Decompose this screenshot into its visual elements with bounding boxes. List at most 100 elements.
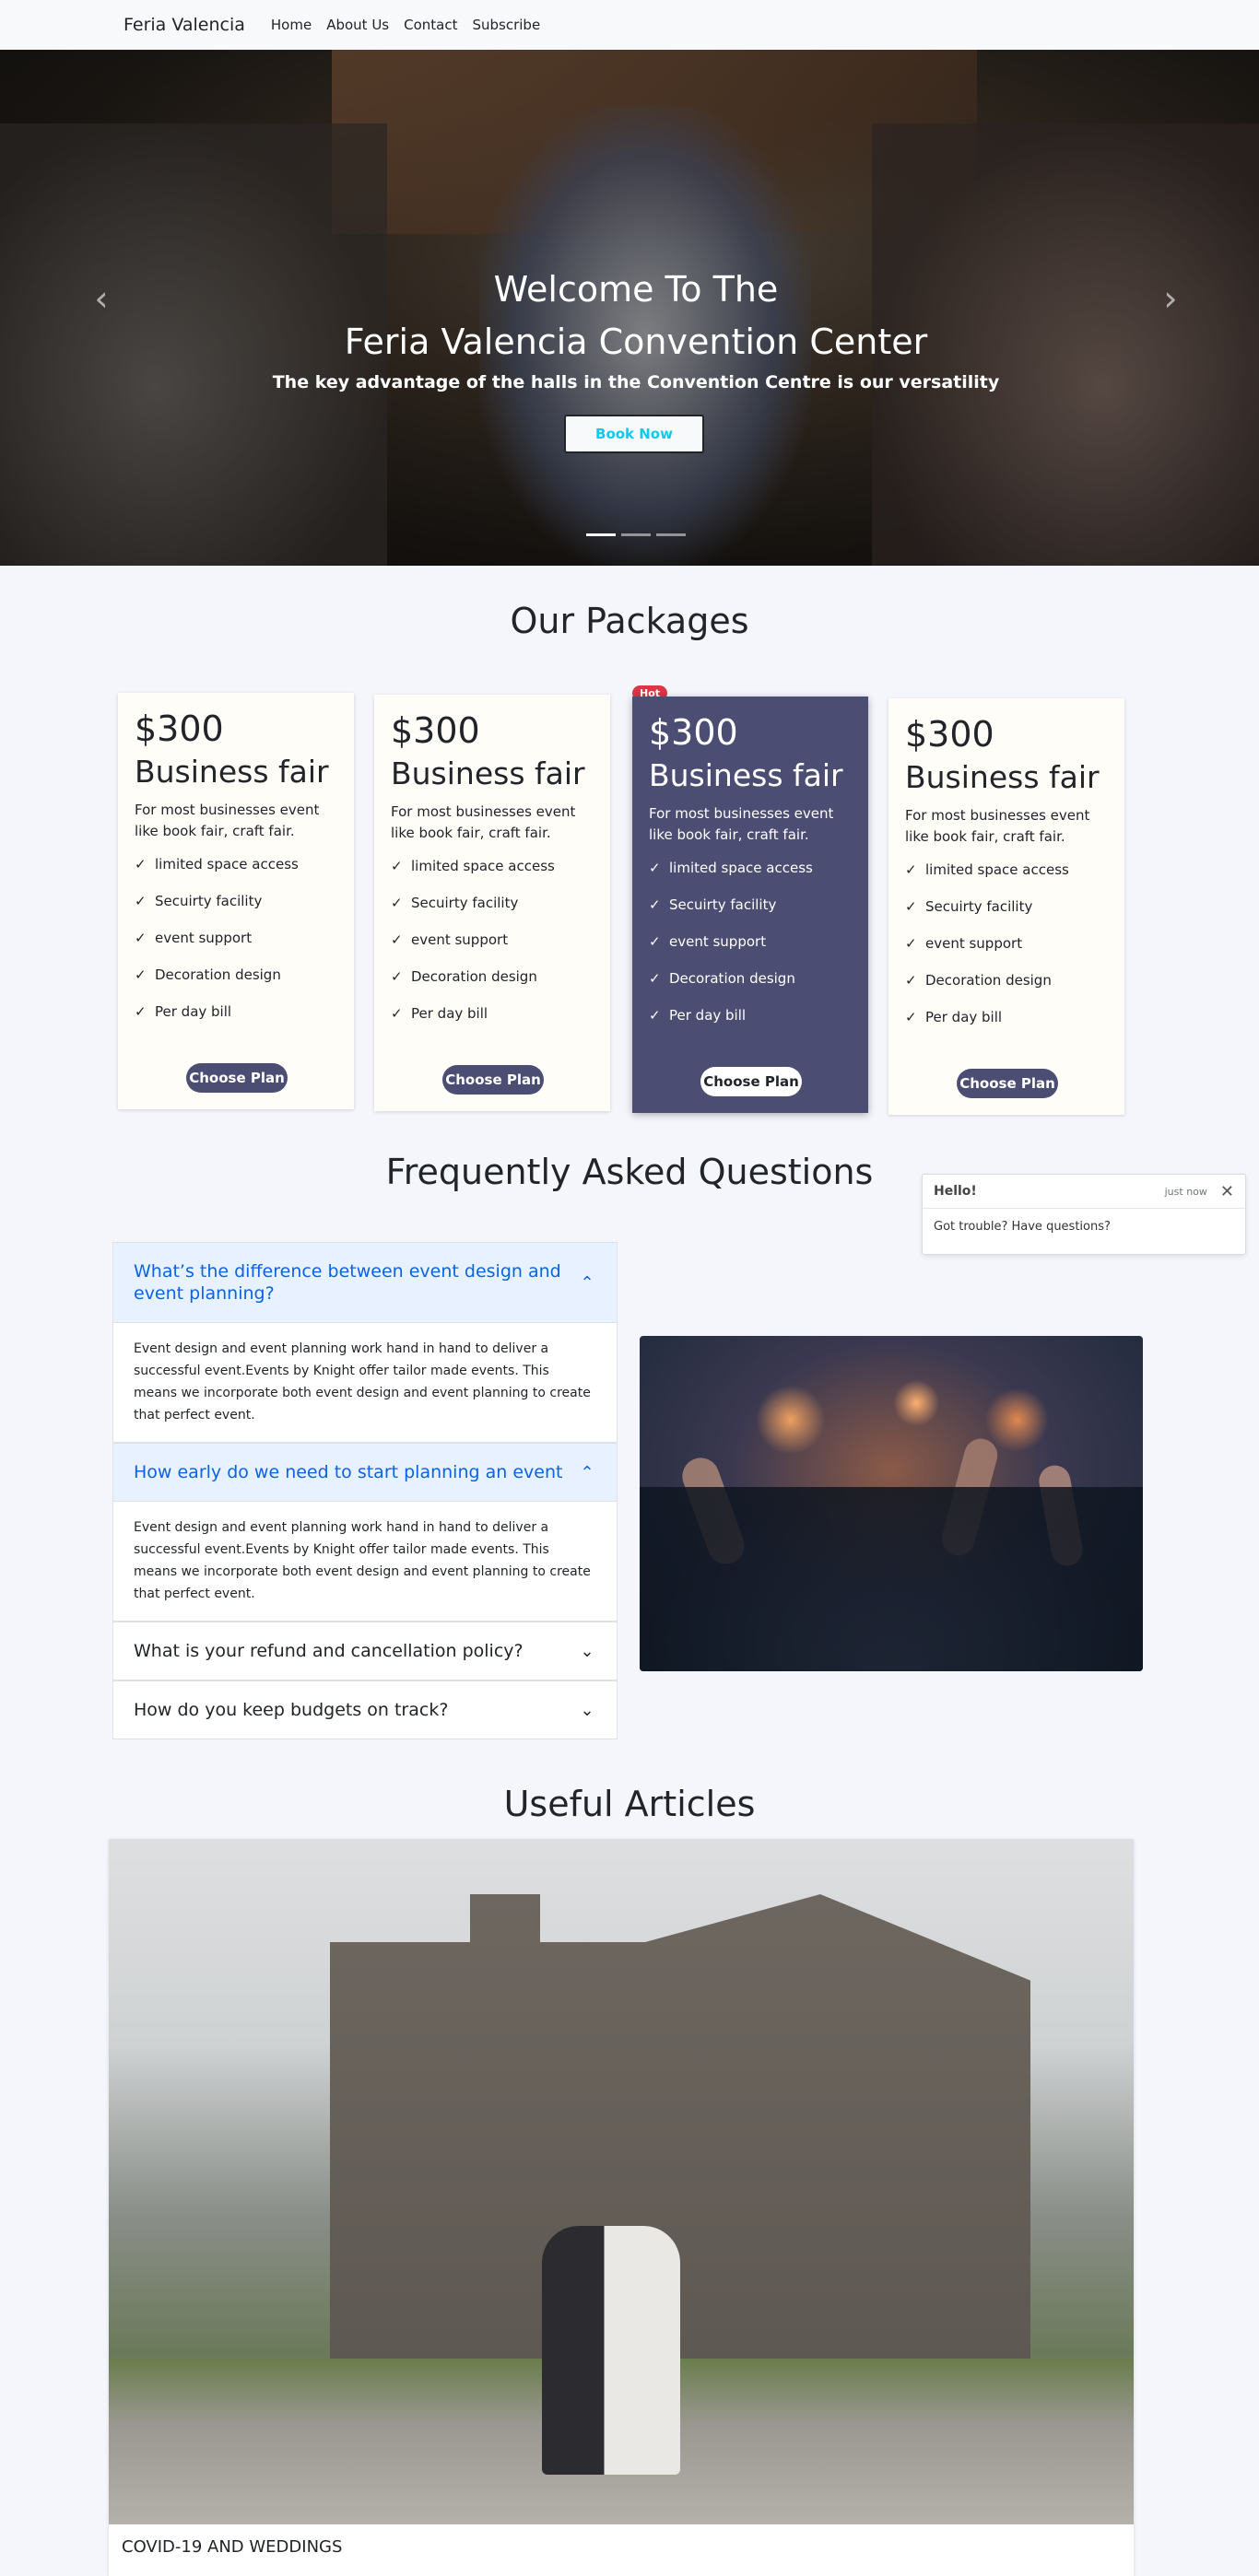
check-icon: ✓: [649, 860, 661, 876]
faq-accordion: What’s the difference between event desi…: [112, 1242, 618, 1739]
feature-label: Decoration design: [925, 972, 1052, 989]
check-icon: ✓: [905, 935, 917, 952]
feature-item: ✓ event support: [391, 929, 594, 966]
chevron-down-icon: ⌄: [580, 1641, 594, 1661]
feature-item: ✓ Secuirty facility: [649, 894, 852, 931]
feature-label: Per day bill: [925, 1009, 1003, 1025]
hero-carousel: Welcome To The Feria Valencia Convention…: [0, 50, 1259, 566]
faq-question-text: What is your refund and cancellation pol…: [134, 1641, 524, 1661]
faq-answer-1: Event design and event planning work han…: [112, 1323, 618, 1443]
article-image-couple: [542, 2226, 680, 2475]
check-icon: ✓: [905, 861, 917, 878]
package-features: ✓ limited space access ✓ Secuirty facility…: [905, 859, 1108, 1043]
check-icon: ✓: [135, 893, 147, 909]
choose-plan-button[interactable]: Choose Plan: [442, 1065, 544, 1095]
book-now-button[interactable]: Book Now: [564, 415, 704, 453]
package-description: For most businesses event like book fair…: [391, 803, 576, 841]
faq-question-text: What’s the difference between event desi…: [134, 1261, 561, 1304]
brand[interactable]: Feria Valencia: [124, 15, 245, 35]
choose-plan-button[interactable]: Choose Plan: [186, 1063, 288, 1093]
check-icon: ✓: [649, 933, 661, 950]
chat-greeting: Hello!: [934, 1184, 977, 1199]
package-price: $300: [649, 712, 738, 753]
chat-header: Hello! just now ✕: [923, 1175, 1245, 1209]
package-name: Business fair: [135, 754, 329, 790]
feature-label: Per day bill: [155, 1003, 232, 1020]
faq-question-text: How early do we need to start planning a…: [134, 1462, 563, 1482]
feature-item: ✓ Decoration design: [391, 966, 594, 1002]
feature-label: event support: [155, 930, 253, 946]
article-image-castle: [330, 1894, 1030, 2373]
package-features: ✓ limited space access ✓ Secuirty facility…: [649, 857, 852, 1041]
faq-answer-2: Event design and event planning work han…: [112, 1502, 618, 1622]
carousel-indicator-3[interactable]: [656, 533, 686, 536]
faq-question-4[interactable]: How do you keep budgets on track? ⌄: [112, 1680, 618, 1739]
package-features: ✓ limited space access ✓ Secuirty facility…: [391, 855, 594, 1039]
feature-item: ✓ limited space access: [649, 857, 852, 894]
feature-label: Secuirty facility: [925, 898, 1033, 915]
package-description: For most businesses event like book fair…: [905, 807, 1090, 845]
faq-question-3[interactable]: What is your refund and cancellation pol…: [112, 1622, 618, 1680]
feature-label: Decoration design: [411, 968, 537, 985]
package-price: $300: [135, 708, 224, 749]
faq-question-1[interactable]: What’s the difference between event desi…: [112, 1242, 618, 1323]
chevron-up-icon: ⌃: [580, 1462, 594, 1482]
feature-label: event support: [669, 933, 767, 950]
hero-subtitle: The key advantage of the halls in the Co…: [272, 372, 1000, 392]
check-icon: ✓: [905, 1009, 917, 1025]
feature-label: event support: [925, 935, 1023, 952]
close-icon[interactable]: ✕: [1220, 1182, 1234, 1201]
feature-item: ✓ Decoration design: [905, 969, 1108, 1006]
feature-item: ✓ Decoration design: [135, 964, 337, 1001]
article-title[interactable]: COVID-19 AND WEDDINGS: [122, 2537, 342, 2557]
feature-item: ✓ Secuirty facility: [905, 896, 1108, 932]
choose-plan-button[interactable]: Choose Plan: [957, 1069, 1058, 1098]
nav-link-contact[interactable]: Contact: [404, 17, 457, 33]
feature-item: ✓ Per day bill: [391, 1002, 594, 1039]
concert-image: [640, 1336, 1143, 1671]
check-icon: ✓: [391, 895, 403, 911]
feature-label: limited space access: [669, 860, 813, 876]
chevron-left-icon[interactable]: ‹: [83, 280, 120, 317]
feature-item: ✓ Per day bill: [649, 1004, 852, 1041]
nav-link-about[interactable]: About Us: [326, 17, 389, 33]
choose-plan-button[interactable]: Choose Plan: [700, 1067, 802, 1096]
article-card[interactable]: COVID-19 AND WEDDINGS: [109, 1839, 1134, 2576]
navbar: Feria Valencia Home About Us Contact Sub…: [0, 0, 1259, 50]
feature-label: limited space access: [411, 858, 555, 874]
package-name: Business fair: [649, 757, 843, 793]
nav-link-home[interactable]: Home: [271, 17, 312, 33]
article-image: [109, 1839, 1134, 2524]
hero-title-line1: Welcome To The: [493, 269, 779, 310]
package-price: $300: [391, 710, 480, 751]
articles-title: Useful Articles: [503, 1784, 756, 1824]
concert-image-crowd: [640, 1487, 1143, 1671]
package-card-4: $300 Business fair For most businesses e…: [888, 698, 1124, 1115]
chat-message: Got trouble? Have questions?: [934, 1220, 1111, 1234]
package-name: Business fair: [905, 759, 1100, 795]
feature-label: Decoration design: [155, 966, 281, 983]
feature-item: ✓ limited space access: [135, 853, 337, 890]
hero-title-line2: Feria Valencia Convention Center: [344, 322, 928, 362]
faq-question-text: How do you keep budgets on track?: [134, 1700, 449, 1720]
check-icon: ✓: [135, 930, 147, 946]
feature-label: Secuirty facility: [669, 896, 777, 913]
faq-question-2[interactable]: How early do we need to start planning a…: [112, 1443, 618, 1502]
chat-popup[interactable]: Hello! just now ✕ Got trouble? Have ques…: [922, 1174, 1246, 1255]
carousel-indicator-2[interactable]: [621, 533, 651, 536]
check-icon: ✓: [649, 970, 661, 987]
check-icon: ✓: [391, 858, 403, 874]
package-description: For most businesses event like book fair…: [135, 802, 320, 839]
carousel-indicator-1[interactable]: [586, 533, 616, 536]
hero-text: Welcome To The Feria Valencia Convention…: [0, 263, 1259, 392]
carousel-indicators: [586, 533, 691, 536]
package-card-2: $300 Business fair For most businesses e…: [374, 695, 610, 1111]
feature-item: ✓ Decoration design: [649, 967, 852, 1004]
feature-item: ✓ event support: [135, 927, 337, 964]
chevron-right-icon[interactable]: ›: [1152, 280, 1189, 317]
nav-link-subscribe[interactable]: Subscribe: [472, 17, 540, 33]
package-features: ✓ limited space access ✓ Secuirty facility…: [135, 853, 337, 1037]
feature-item: ✓ Per day bill: [135, 1001, 337, 1037]
feature-item: ✓ Per day bill: [905, 1006, 1108, 1043]
feature-label: Secuirty facility: [155, 893, 263, 909]
